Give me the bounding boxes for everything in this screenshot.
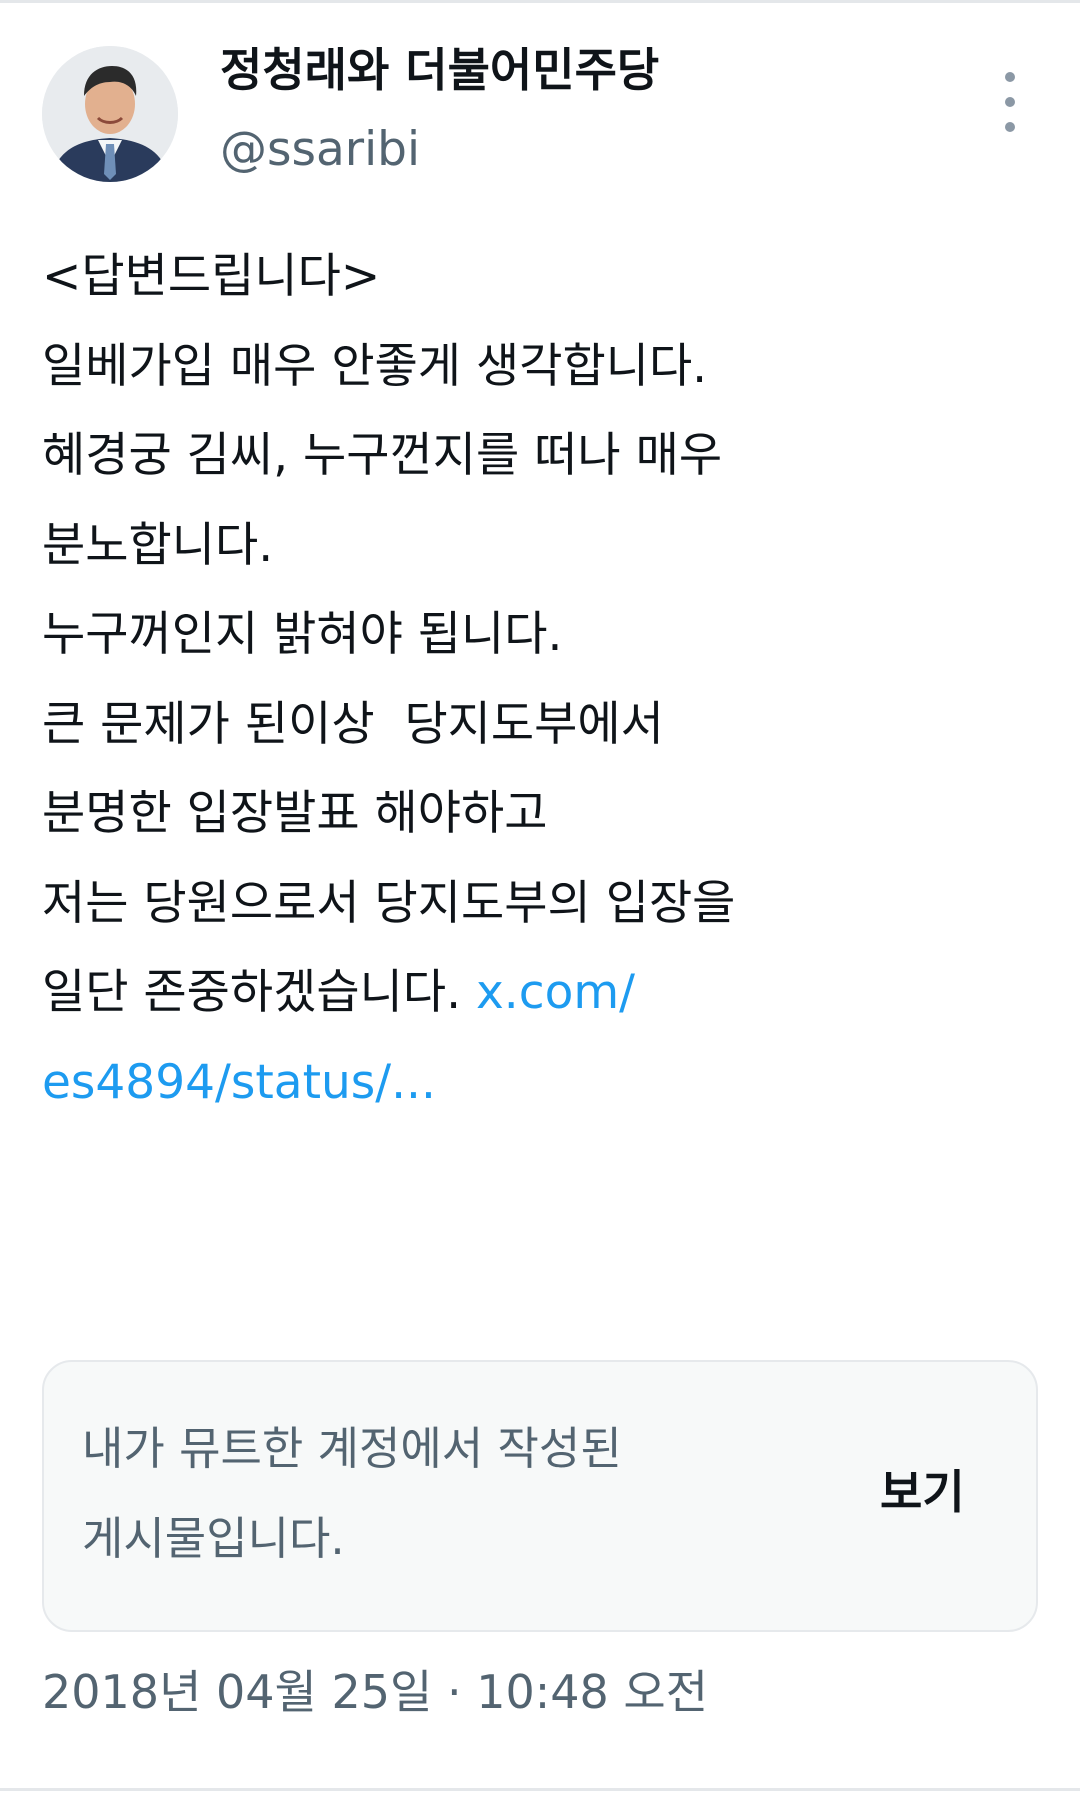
timestamp[interactable]: 2018년 04월 25일 · 10:48 오전 <box>42 1660 708 1724</box>
more-vertical-icon[interactable] <box>990 72 1030 132</box>
tweet-line-with-link: 일단 존중하겠습니다. x.com/ <box>42 948 1052 1038</box>
tweet-line: 누구꺼인지 밝혀야 됩니다. <box>42 607 563 662</box>
muted-notice-text: 내가 뮤트한 계정에서 작성된 게시물입니다. <box>82 1404 842 1584</box>
tweet-line: 분명한 입장발표 해야하고 <box>42 786 548 841</box>
tweet-line: 분노합니다. <box>42 517 274 573</box>
muted-post-notice: 내가 뮤트한 계정에서 작성된 게시물입니다. 보기 <box>42 1360 1038 1632</box>
muted-notice-line: 내가 뮤트한 계정에서 작성된 <box>82 1422 622 1475</box>
avatar-image <box>42 46 178 182</box>
view-button[interactable]: 보기 <box>880 1460 965 1524</box>
tweet-line: 저는 당원으로서 당지도부의 입장을 <box>42 875 736 931</box>
tweet-line: 큰 문제가 된이상 당지도부에서 <box>42 696 664 752</box>
tweet-line-link: es4894/status/... <box>42 1038 1052 1128</box>
tweet-link-continued[interactable]: es4894/status/... <box>42 1055 436 1110</box>
muted-notice-line: 게시물입니다. <box>82 1512 345 1565</box>
tweet-line: <답변드립니다> <box>42 249 381 304</box>
tweet-line-text: 일단 존중하겠습니다. <box>42 965 476 1020</box>
author-handle[interactable]: @ssaribi <box>220 118 420 182</box>
tweet-line: 혜경궁 김씨, 누구껀지를 떠나 매우 <box>42 428 723 483</box>
tweet-line: 일베가입 매우 안좋게 생각합니다. <box>42 338 708 394</box>
author-name[interactable]: 정청래와 더불어민주당 <box>220 38 659 102</box>
top-divider <box>0 0 1080 3</box>
bottom-divider <box>0 1788 1080 1791</box>
tweet-link[interactable]: x.com/ <box>476 965 635 1020</box>
tweet-text: <답변드립니다> 일베가입 매우 안좋게 생각합니다. 혜경궁 김씨, 누구껀지… <box>42 232 1052 1127</box>
avatar[interactable] <box>42 46 178 182</box>
